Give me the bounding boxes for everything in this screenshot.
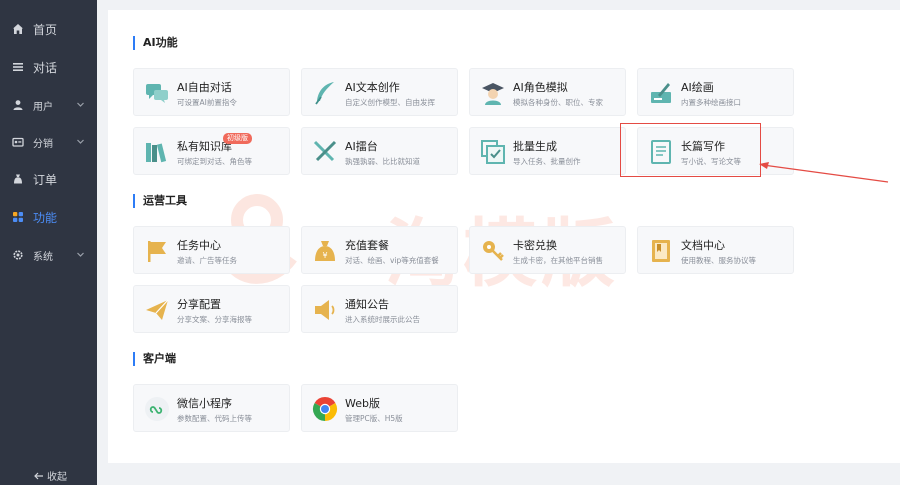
card-title: 充值套餐 [345,239,389,252]
batch-check-icon [481,140,505,164]
card-title: 任务中心 [177,239,221,252]
card-share-config[interactable]: 分享配置 分享文案、分享海报等 [133,285,290,333]
grid-icon [11,210,25,224]
card-title: 微信小程序 [177,397,232,410]
collapse-button[interactable]: 收起 [34,468,67,483]
chat-bubbles-icon [146,84,168,103]
section-title-ai: AI功能 [133,36,178,50]
card-desc: 孰强孰弱、比比就知道 [345,157,420,166]
home-icon [11,22,25,36]
card-task-center[interactable]: 任务中心 邀请、广告等任务 [133,226,290,274]
sidebar-item-label: 功能 [33,210,58,225]
card-title: AI擂台 [345,140,378,153]
card-title: AI角色模拟 [513,81,568,94]
collapse-label: 收起 [47,472,67,483]
card-desc: 对话、绘画、vip等充值套餐 [345,256,439,265]
chevron-down-icon [77,102,84,107]
chevron-down-icon [77,252,84,257]
edition-badge: 初级版 [223,133,252,144]
graduate-icon [482,83,504,105]
highlight-box [620,123,761,177]
card-desc: 邀请、广告等任务 [177,256,237,265]
sidebar-item-orders[interactable]: 订单 [0,160,97,198]
sidebar-item-label: 用户 [33,101,53,113]
card-ai-text-creation[interactable]: AI文本创作 自定义创作模型、自由发挥 [301,68,458,116]
distribution-icon [11,135,25,149]
card-title: AI文本创作 [345,81,400,94]
card-ai-role-play[interactable]: AI角色模拟 模拟各种身份、职位、专家 [469,68,626,116]
arrow-left-icon [34,472,43,479]
sidebar-item-distribution[interactable]: 分销 [0,123,97,161]
card-title: 批量生成 [513,140,557,153]
card-notice[interactable]: 通知公告 进入系统时展示此公告 [301,285,458,333]
card-desc: 管理PC版、H5版 [345,414,403,423]
card-card-redeem[interactable]: 卡密兑换 生成卡密，在其他平台销售 [469,226,626,274]
card-title: 文档中心 [681,239,725,252]
card-title: 通知公告 [345,298,389,311]
sidebar-item-label: 系统 [33,251,53,263]
section-title-ops: 运营工具 [133,194,187,208]
books-icon [146,143,167,163]
card-title: 卡密兑换 [513,239,557,252]
sidebar-item-label: 分销 [33,138,53,150]
card-desc: 可绑定到对话、角色等 [177,157,252,166]
document-icon [652,240,670,262]
user-icon [11,98,25,112]
card-title: AI绘画 [681,81,714,94]
gear-icon [11,248,25,262]
palette-icon [651,83,671,103]
mini-program-icon [145,397,169,421]
card-ai-free-chat[interactable]: AI自由对话 可设置AI前置指令 [133,68,290,116]
card-web-version[interactable]: Web版 管理PC版、H5版 [301,384,458,432]
money-bag-icon: ¥ [315,241,335,261]
bag-icon [11,172,25,186]
sidebar-item-users[interactable]: 用户 [0,86,97,124]
card-knowledge-base[interactable]: 私有知识库 可绑定到对话、角色等 初级版 [133,127,290,175]
section-title-client: 客户端 [133,352,176,366]
crossed-swords-icon [313,140,337,162]
card-title: 分享配置 [177,298,221,311]
card-desc: 导入任务、批量创作 [513,157,581,166]
card-title: AI自由对话 [177,81,232,94]
card-ai-painting[interactable]: AI绘画 内置多种绘画接口 [637,68,794,116]
card-desc: 内置多种绘画接口 [681,98,741,107]
chrome-icon [312,396,338,421]
speaker-icon [315,300,335,320]
card-ai-arena[interactable]: AI擂台 孰强孰弱、比比就知道 [301,127,458,175]
chevron-down-icon [77,139,84,144]
sidebar-item-label: 订单 [33,172,58,187]
sidebar-item-system[interactable]: 系统 [0,236,97,274]
sidebar: 首页 对话 用户 分销 订单 功能 系统 收起 [0,0,97,485]
card-desc: 可设置AI前置指令 [177,98,237,107]
sidebar-item-features[interactable]: 功能 [0,198,97,236]
sidebar-item-label: 首页 [33,22,58,37]
feather-icon [315,82,334,105]
card-desc: 分享文案、分享海报等 [177,315,252,324]
card-title: Web版 [345,397,380,410]
paper-plane-icon [146,299,169,320]
card-desc: 自定义创作模型、自由发挥 [345,98,435,107]
card-doc-center[interactable]: 文档中心 使用教程、服务协议等 [637,226,794,274]
sidebar-item-home[interactable]: 首页 [0,10,97,48]
card-batch-generate[interactable]: 批量生成 导入任务、批量创作 [469,127,626,175]
svg-text:¥: ¥ [322,251,327,260]
annotation-arrow [759,162,889,183]
card-desc: 参数配置、代码上传等 [177,414,252,423]
key-icon [483,241,504,261]
card-desc: 使用教程、服务协议等 [681,256,756,265]
card-desc: 模拟各种身份、职位、专家 [513,98,603,107]
card-desc: 进入系统时展示此公告 [345,315,420,324]
card-desc: 生成卡密，在其他平台销售 [513,256,603,265]
card-wechat-mini-program[interactable]: 微信小程序 参数配置、代码上传等 [133,384,290,432]
flag-icon [148,241,166,262]
sidebar-item-chat[interactable]: 对话 [0,48,97,86]
menu-icon [11,60,25,74]
sidebar-item-label: 对话 [33,60,58,75]
card-recharge-plans[interactable]: ¥ 充值套餐 对话、绘画、vip等充值套餐 [301,226,458,274]
